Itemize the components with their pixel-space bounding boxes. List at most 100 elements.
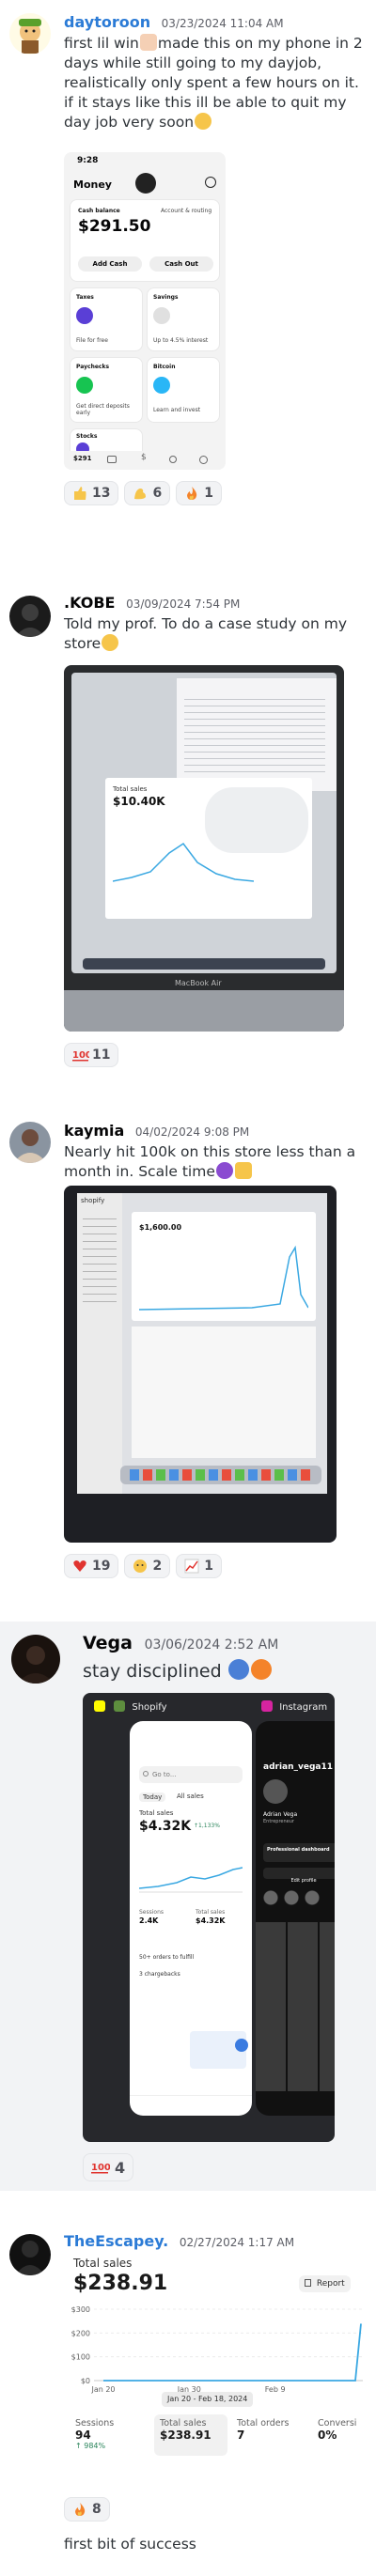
metric-label: Conversi [318, 2418, 357, 2429]
reaction-hundred-points[interactable]: 100 4 [83, 2153, 134, 2181]
task-item: 3 chargebacks [139, 1971, 180, 1978]
paychecks-icon [76, 377, 93, 394]
search-bar: Go to... [139, 1766, 243, 1783]
total-sales-value: $238.91 [73, 2272, 168, 2295]
shopify-sales-screenshot[interactable]: Total sales $238.91 Report $300 $200 $100 $… [64, 2253, 374, 2458]
username[interactable]: daytoroon 03/23/2024 11:04 AM [64, 13, 284, 31]
reaction-count: 2 [152, 1559, 163, 1574]
reaction-fire[interactable]: 1 [176, 481, 222, 505]
message-text-content: stay disciplined [83, 1661, 222, 1682]
savings-card: Savings Up to 4.5% interest [147, 287, 220, 351]
reaction-fire[interactable]: 8 [64, 2497, 110, 2522]
message-daytoroon: daytoroon 03/23/2024 11:04 AM first lil … [0, 0, 376, 545]
reaction-count: 8 [92, 2502, 102, 2517]
username[interactable]: Vega 03/06/2024 2:52 AM [83, 1633, 278, 1653]
metric-value: 7 [237, 2429, 245, 2442]
username-label[interactable]: TheEscapey. [64, 2232, 168, 2250]
reaction-count: 4 [115, 2158, 126, 2177]
username-label[interactable]: .KOBE [64, 594, 115, 612]
username[interactable]: kaymia 04/02/2024 9:08 PM [64, 1122, 249, 1140]
professional-dashboard: Professional dashboard [263, 1843, 335, 1862]
instagram-app-label: Instagram [279, 1702, 328, 1713]
x-tick-label: Jan 20 [90, 2385, 115, 2394]
username[interactable]: TheEscapey. 02/27/2024 1:17 AM [64, 2232, 294, 2250]
metric-label: Sessions [139, 1909, 164, 1916]
date-range-pill: Jan 20 - Feb 18, 2024 [162, 2392, 254, 2407]
metric-value: 0% [318, 2429, 337, 2442]
reaction-face-holding-back-tears[interactable]: 2 [124, 1554, 171, 1578]
avatar[interactable] [9, 2234, 51, 2275]
sales-label: Total sales [139, 1809, 174, 1817]
metric-change: ↑ 984% [75, 2442, 106, 2450]
metric-value: 94 [75, 2429, 91, 2442]
monitor-photo[interactable]: shopify $1,600.00 [64, 1186, 337, 1543]
paychecks-label: Paychecks [76, 364, 110, 370]
message-kobe: .KOBE 03/09/2024 7:54 PM Told my prof. T… [0, 582, 376, 1109]
sales-change: ↑1,133% [194, 1823, 220, 1829]
avatar[interactable] [9, 13, 51, 54]
fire-icon [72, 2502, 87, 2517]
message-vega: Vega 03/06/2024 2:52 AM stay disciplined… [0, 1622, 376, 2191]
timestamp: 04/02/2024 9:08 PM [134, 1125, 250, 1139]
rocket-icon [227, 1659, 249, 1680]
fire-icon [184, 486, 199, 501]
dashboard-label: Professional dashboard [267, 1847, 330, 1853]
avatar[interactable] [9, 596, 51, 637]
timestamp: 03/06/2024 2:52 AM [144, 1637, 279, 1653]
reaction-chart-increasing[interactable]: 1 [176, 1554, 222, 1578]
username-label[interactable]: kaymia [64, 1122, 124, 1140]
face-holding-back-tears-icon [133, 1559, 148, 1574]
message-kaymia: kaymia 04/02/2024 9:08 PM Nearly hit 100… [0, 1116, 376, 1595]
card-tab-icon [107, 456, 117, 463]
reactions: 13 6 1 [64, 481, 222, 505]
y-tick-label: $0 [81, 2377, 90, 2385]
add-cash-button: Add Cash [78, 256, 142, 272]
metric-label: Total sales [160, 2418, 207, 2429]
keyboard [64, 990, 344, 1032]
app-switcher-screenshot[interactable]: Shopify Instagram Go to... Today All sal… [83, 1693, 335, 2142]
shopify-app-header: Shopify [94, 1700, 167, 1713]
savings-label: Savings [153, 294, 179, 301]
instagram-app-icon [261, 1700, 273, 1712]
profile-avatar [263, 1779, 288, 1804]
cash-balance-card: Cash balance Account & routing $291.50 A… [70, 199, 220, 282]
reaction-thumbs-up[interactable]: 13 [64, 481, 119, 505]
avatar[interactable] [11, 1635, 60, 1684]
sales-value: $1,600.00 [139, 1223, 182, 1232]
reaction-hundred-points[interactable]: 100 11 [64, 1043, 119, 1067]
y-tick-label: $300 [71, 2305, 90, 2314]
doc-text-lines [184, 693, 325, 778]
metric-value: $238.91 [160, 2429, 212, 2442]
metric-total-sales: Total sales $238.91 [154, 2414, 227, 2456]
clock-tab-icon [199, 456, 208, 464]
lower-panel [132, 1327, 316, 1458]
instagram-name: Adrian Vega [263, 1811, 298, 1818]
svg-text:100: 100 [91, 2163, 110, 2173]
username-label[interactable]: daytoroon [64, 13, 150, 31]
tab-balance: $291 [73, 455, 92, 462]
blur-overlay [205, 787, 308, 853]
bitcoin-subtext: Learn and invest [153, 407, 201, 413]
bitcoin-icon [153, 377, 170, 394]
raising-hands-icon [234, 1162, 252, 1179]
shopify-logo-text: shopify [81, 1197, 105, 1204]
taxes-icon [76, 307, 93, 324]
username-label[interactable]: Vega [83, 1633, 133, 1653]
reaction-flexed-biceps[interactable]: 6 [124, 481, 171, 505]
instagram-app-card: adrian_vega11 Adrian Vega Entrepreneur P… [256, 1721, 335, 2116]
cash-app-screenshot[interactable]: 9:28 Money Cash balance Account & routin… [64, 152, 226, 470]
laptop-photo[interactable]: Total sales $10.40K MacBook Air [64, 665, 344, 1032]
username[interactable]: .KOBE 03/09/2024 7:54 PM [64, 594, 240, 612]
shopify-app-label: Shopify [132, 1702, 167, 1713]
savings-icon [153, 307, 170, 324]
post-grid [256, 1922, 335, 2091]
reaction-red-heart[interactable]: 19 [64, 1554, 119, 1578]
reaction-count: 6 [152, 486, 163, 501]
reaction-count: 13 [92, 486, 111, 501]
account-routing-link: Account & routing [161, 208, 212, 214]
task-item: 50+ orders to fulfill [139, 1954, 195, 1961]
avatar[interactable] [9, 1122, 51, 1163]
reactions: 19 2 1 [64, 1554, 222, 1578]
reaction-count: 11 [92, 1047, 111, 1063]
metrics-row: Sessions 94 ↑ 984% Total sales $238.91 T… [70, 2414, 370, 2456]
